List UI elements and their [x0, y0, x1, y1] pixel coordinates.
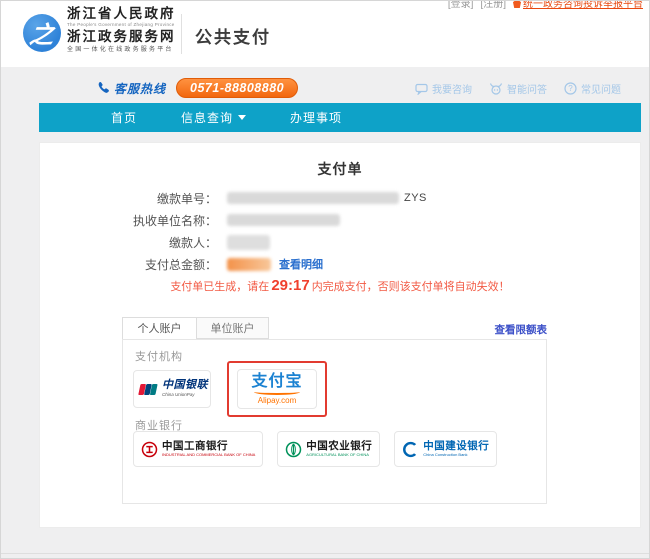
account-tabs-zone: 个人账户 单位账户 查看限额表 支付机构 中国银联 China UnionPay [122, 317, 547, 504]
field-label: 缴款单号： [40, 190, 217, 207]
tab-unit-account[interactable]: 单位账户 [197, 317, 269, 339]
view-detail-link[interactable]: 查看明细 [279, 256, 323, 272]
page-title: 公共支付 [195, 23, 271, 48]
banks-row: 中国工商银行 INDUSTRIAL AND COMMERCIAL BANK OF… [133, 431, 497, 467]
unionpay-name-cn: 中国银联 [162, 380, 208, 391]
alipay-logo-icon [254, 389, 300, 395]
bank-name-cn: 中国建设银行 [423, 441, 489, 452]
redacted-value [227, 214, 340, 226]
complaint-platform-link[interactable]: 统一政务咨询投诉举报平台 [513, 0, 643, 10]
site-name: 浙江政务服务网 [67, 30, 176, 44]
nav-info-query[interactable]: 信息查询 [181, 109, 246, 126]
header-divider [181, 14, 182, 54]
chevron-down-icon [238, 115, 246, 120]
field-row-agency-name: 执收单位名称： [40, 209, 640, 231]
unionpay-logo-icon [136, 382, 158, 397]
gov-logo-icon: 之 [23, 14, 61, 52]
register-link[interactable]: [注册] [480, 0, 506, 10]
bot-icon [489, 82, 503, 95]
nav-handle-matters[interactable]: 办理事项 [290, 109, 342, 126]
site-header: 之 浙江省人民政府 The People's Government of Zhe… [1, 1, 649, 67]
nav-home[interactable]: 首页 [111, 109, 137, 126]
top-utility-links: [登录] [注册] 统一政务咨询投诉举报平台 [448, 0, 643, 10]
bank-abc-option[interactable]: 中国农业银行 AGRICULTURAL BANK OF CHINA [277, 431, 380, 467]
main-nav: 首页 信息查询 办理事项 [39, 103, 641, 132]
alipay-name-en: Alipay.com [258, 397, 297, 405]
icbc-logo-icon [141, 441, 158, 458]
login-link[interactable]: [登录] [448, 0, 474, 10]
bank-ccb-option[interactable]: 中国建设银行 China Construction Bank [394, 431, 497, 467]
hotline-number-badge: 0571-88808880 [176, 78, 298, 98]
bank-name-en: INDUSTRIAL AND COMMERCIAL BANK OF CHINA [162, 453, 255, 457]
redacted-amount [227, 258, 271, 271]
content-background: 客服热线 0571-88808880 我要咨询 智能问答 ? 常见问题 首页 信… [1, 67, 649, 559]
bank-name-en: AGRICULTURAL BANK OF CHINA [306, 453, 372, 457]
svg-text:?: ? [568, 84, 573, 93]
field-label: 支付总金额： [40, 256, 217, 273]
field-row-bill-number: 缴款单号： ZYS [40, 187, 640, 209]
bank-name-cn: 中国农业银行 [306, 441, 372, 452]
site-slogan: 全国一体化在线政务服务平台 [67, 47, 176, 53]
alipay-option[interactable]: 支付宝 Alipay.com [237, 369, 317, 409]
field-label: 执收单位名称： [40, 212, 217, 229]
gov-name: 浙江省人民政府 [67, 7, 176, 21]
hotline-block: 客服热线 0571-88808880 [96, 78, 298, 98]
smart-qa-link[interactable]: 智能问答 [489, 81, 547, 96]
footer-divider [1, 553, 649, 554]
phone-icon [96, 81, 110, 95]
institutions-row: 中国银联 China UnionPay 支付宝 Alipay.com [133, 361, 327, 417]
public-payment-page: [登录] [注册] 统一政务咨询投诉举报平台 之 浙江省人民政府 The Peo… [0, 0, 650, 559]
unionpay-option[interactable]: 中国银联 China UnionPay [133, 370, 211, 408]
bank-icbc-option[interactable]: 中国工商银行 INDUSTRIAL AND COMMERCIAL BANK OF… [133, 431, 263, 467]
bill-number-suffix: ZYS [404, 192, 427, 204]
redacted-value [227, 192, 399, 204]
field-label: 缴款人： [40, 234, 217, 251]
bank-name-en: China Construction Bank [423, 453, 489, 457]
quick-links: 我要咨询 智能问答 ? 常见问题 [415, 81, 621, 96]
field-row-payer: 缴款人： [40, 231, 640, 253]
tab-row: 个人账户 单位账户 查看限额表 [122, 317, 547, 340]
view-limit-table-link[interactable]: 查看限额表 [495, 322, 548, 337]
alipay-name-cn: 支付宝 [251, 374, 302, 390]
payment-methods-box: 支付机构 中国银联 China UnionPay 支付宝 [122, 339, 547, 504]
countdown-timer: 29:17 [271, 277, 309, 294]
bank-name-cn: 中国工商银行 [162, 441, 255, 452]
payment-panel: 支付单 缴款单号： ZYS 执收单位名称： 缴款人： 支付总金额： 查看明细 [39, 142, 641, 528]
faq-icon: ? [564, 82, 577, 95]
expiry-warning: 支付单已生成，请在29:17内完成支付，否则该支付单将自动失效！ [40, 277, 640, 294]
alipay-selected-highlight[interactable]: 支付宝 Alipay.com [227, 361, 327, 417]
ccb-logo-icon [402, 441, 419, 458]
field-row-total-amount: 支付总金额： 查看明细 [40, 253, 640, 275]
payment-fields: 缴款单号： ZYS 执收单位名称： 缴款人： 支付总金额： 查看明细 [40, 187, 640, 275]
gov-name-en: The People's Government of Zhejiang Prov… [67, 23, 176, 28]
consult-link[interactable]: 我要咨询 [415, 81, 472, 96]
complaint-icon [513, 0, 521, 8]
faq-link[interactable]: ? 常见问题 [564, 81, 621, 96]
abc-logo-icon [285, 441, 302, 458]
tab-personal-account[interactable]: 个人账户 [122, 317, 197, 339]
chat-icon [415, 83, 428, 95]
unionpay-name-en: China UnionPay [162, 393, 208, 398]
logo-text-block: 浙江省人民政府 The People's Government of Zheji… [67, 7, 176, 53]
payment-order-title: 支付单 [40, 159, 640, 179]
redacted-value [227, 235, 270, 250]
hotline-label: 客服热线 [114, 80, 166, 97]
